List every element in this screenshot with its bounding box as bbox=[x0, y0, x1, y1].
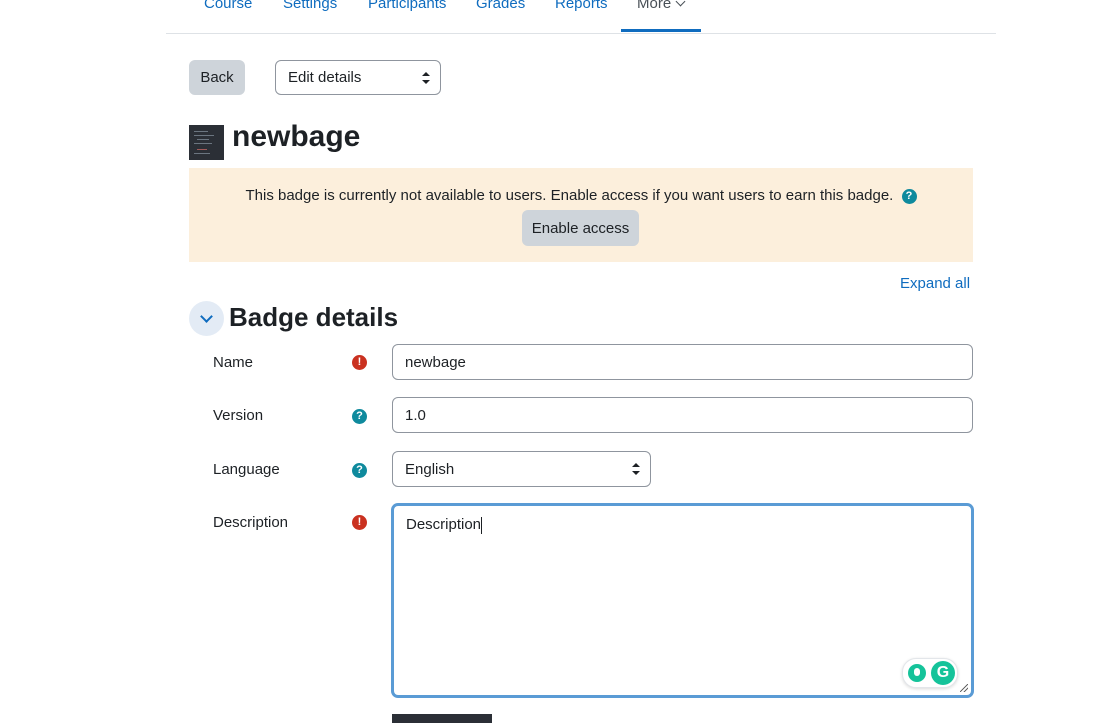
text-cursor bbox=[481, 516, 483, 534]
alert-message-line: This badge is currently not available to… bbox=[189, 187, 973, 204]
version-input[interactable]: 1.0 bbox=[392, 397, 973, 433]
language-select-value: English bbox=[405, 460, 455, 478]
language-select[interactable]: English bbox=[392, 451, 651, 487]
expand-all-link[interactable]: Expand all bbox=[900, 275, 970, 292]
page-title: newbage bbox=[232, 120, 361, 153]
name-input-value: newbage bbox=[405, 353, 466, 371]
chevron-down-icon bbox=[675, 0, 686, 7]
action-select[interactable]: Edit details bbox=[275, 60, 441, 95]
tab-participants[interactable]: Participants bbox=[368, 0, 446, 12]
grammarly-widget[interactable]: G bbox=[902, 658, 958, 688]
description-textarea[interactable]: Description bbox=[391, 503, 974, 698]
description-label: Description bbox=[213, 514, 289, 531]
badge-image bbox=[189, 125, 224, 160]
help-icon[interactable]: ? bbox=[352, 409, 367, 424]
collapse-section-toggle[interactable] bbox=[189, 301, 224, 336]
tab-more-label: More bbox=[637, 0, 672, 12]
tab-more[interactable]: More bbox=[637, 0, 686, 12]
enable-access-button[interactable]: Enable access bbox=[522, 210, 639, 246]
name-input[interactable]: newbage bbox=[392, 344, 973, 380]
version-input-value: 1.0 bbox=[405, 406, 426, 424]
select-arrows-icon bbox=[632, 463, 640, 475]
section-title: Badge details bbox=[229, 302, 399, 332]
resize-handle-icon[interactable] bbox=[960, 684, 968, 692]
name-label: Name bbox=[213, 354, 254, 371]
active-tab-indicator bbox=[621, 29, 701, 32]
tab-settings[interactable]: Settings bbox=[283, 0, 337, 12]
required-icon: ! bbox=[352, 515, 367, 530]
alert-message: This badge is currently not available to… bbox=[245, 187, 894, 204]
version-label: Version bbox=[213, 407, 264, 424]
tab-course[interactable]: Course bbox=[204, 0, 252, 12]
lightbulb-icon[interactable] bbox=[908, 664, 926, 682]
select-arrows-icon bbox=[422, 71, 430, 84]
tab-grades[interactable]: Grades bbox=[476, 0, 525, 12]
secondary-navigation: Course Settings Participants Grades Repo… bbox=[166, 0, 996, 34]
help-icon[interactable]: ? bbox=[901, 188, 917, 204]
description-text: Description bbox=[406, 516, 482, 533]
back-button[interactable]: Back bbox=[189, 60, 245, 95]
language-label: Language bbox=[213, 461, 280, 478]
required-icon: ! bbox=[352, 355, 367, 370]
access-alert: This badge is currently not available to… bbox=[189, 168, 973, 262]
grammarly-logo-icon[interactable]: G bbox=[931, 661, 955, 685]
tab-reports[interactable]: Reports bbox=[555, 0, 608, 12]
action-select-value: Edit details bbox=[288, 69, 362, 86]
help-icon[interactable]: ? bbox=[352, 463, 367, 478]
badge-image-preview bbox=[392, 714, 492, 723]
